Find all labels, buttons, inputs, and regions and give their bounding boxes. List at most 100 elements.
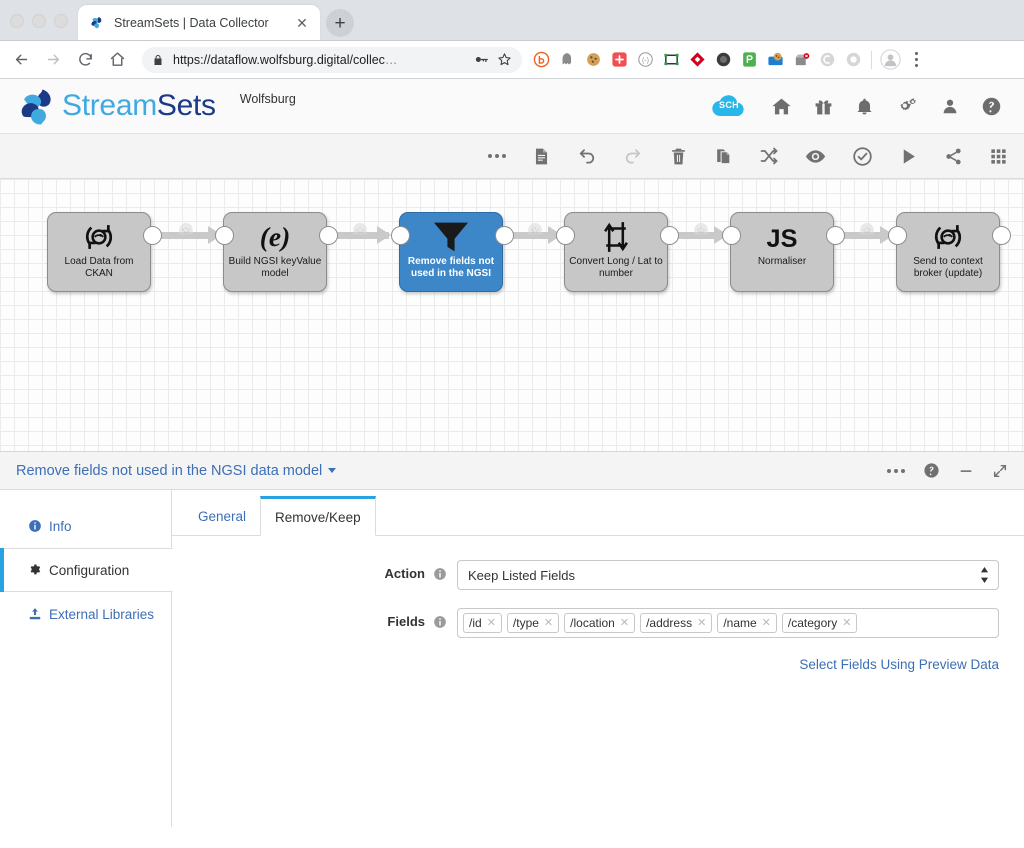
user-icon[interactable]: [941, 96, 959, 117]
bookmark-star-icon[interactable]: [497, 52, 512, 67]
minimize-window-button[interactable]: [32, 14, 46, 28]
chevron-down-icon[interactable]: [328, 468, 336, 473]
o-gray-icon[interactable]: [840, 47, 866, 73]
window-controls[interactable]: [10, 14, 68, 28]
properties-panel-title[interactable]: Remove fields not used in the NGSI data …: [16, 463, 336, 479]
remove-chip-icon[interactable]: ✕: [762, 618, 771, 629]
stage-output-port[interactable]: [992, 226, 1011, 245]
maximize-window-button[interactable]: [54, 14, 68, 28]
tab-general[interactable]: General: [184, 497, 260, 535]
close-window-button[interactable]: [10, 14, 24, 28]
stage-input-port[interactable]: [556, 226, 575, 245]
info-icon[interactable]: [433, 615, 447, 629]
notes-icon[interactable]: [532, 147, 551, 166]
stage-normaliser[interactable]: JS Normaliser: [730, 212, 834, 292]
remove-chip-icon[interactable]: ✕: [697, 618, 706, 629]
stage-label: Send to context broker (update): [897, 256, 999, 280]
forward-button[interactable]: [40, 47, 66, 73]
field-chip[interactable]: /location✕: [564, 613, 635, 633]
field-chip[interactable]: /type✕: [507, 613, 559, 633]
stage-input-port[interactable]: [888, 226, 907, 245]
more-options-icon[interactable]: [488, 154, 506, 158]
field-chip[interactable]: /id✕: [463, 613, 502, 633]
new-tab-button[interactable]: +: [326, 9, 354, 37]
streamsets-logo[interactable]: StreamSets: [14, 84, 216, 128]
stage-output-port[interactable]: [826, 226, 845, 245]
dark-circle-icon[interactable]: [710, 47, 736, 73]
sidebar-item-configuration[interactable]: Configuration: [0, 548, 173, 592]
delete-icon[interactable]: [669, 147, 688, 166]
stage-input-port[interactable]: [215, 226, 234, 245]
stage-convert-long-lat-to-number[interactable]: Convert Long / Lat to number: [564, 212, 668, 292]
home-icon[interactable]: [771, 96, 792, 117]
p-green-icon[interactable]: [736, 47, 762, 73]
gift-icon[interactable]: [814, 96, 833, 117]
browser-window: StreamSets | Data Collector ✕ + https://…: [0, 0, 1024, 848]
reload-button[interactable]: [72, 47, 98, 73]
stage-output-port[interactable]: [143, 226, 162, 245]
minimize-icon[interactable]: [958, 463, 974, 479]
connector-badge-icon: [692, 222, 710, 236]
action-select[interactable]: Keep Listed Fields: [457, 560, 999, 590]
stage-send-to-context-broker-update[interactable]: Send to context broker (update): [896, 212, 1000, 292]
screenshot-frame-icon[interactable]: [658, 47, 684, 73]
profile-avatar-icon[interactable]: [877, 47, 903, 73]
duplicate-icon[interactable]: [714, 147, 733, 166]
stage-output-port[interactable]: [495, 226, 514, 245]
remove-chip-icon[interactable]: ✕: [544, 618, 553, 629]
info-icon[interactable]: [433, 567, 447, 581]
grid-apps-icon[interactable]: [989, 147, 1008, 166]
field-chip[interactable]: /name✕: [717, 613, 777, 633]
field-chip[interactable]: /category✕: [782, 613, 858, 633]
stage-input-port[interactable]: [722, 226, 741, 245]
stage-build-ngsi-keyvalue-model[interactable]: (e) Build NGSI keyValue model: [223, 212, 327, 292]
sch-cloud-icon[interactable]: SCH: [709, 92, 749, 120]
plus-red-icon[interactable]: [606, 47, 632, 73]
chrome-menu-icon[interactable]: [906, 52, 926, 67]
home-button[interactable]: [104, 47, 130, 73]
fields-label: Fields: [387, 614, 425, 629]
remove-chip-icon[interactable]: ✕: [620, 618, 629, 629]
more-options-icon[interactable]: [887, 469, 905, 473]
pipeline-canvas[interactable]: Load Data from CKAN (e) Build NGSI keyVa…: [0, 179, 1024, 452]
trash-x-icon[interactable]: [788, 47, 814, 73]
stage-output-port[interactable]: [319, 226, 338, 245]
password-key-icon[interactable]: [474, 52, 489, 67]
fields-control: /id✕ /type✕ /location✕ /address✕ /name✕ …: [457, 608, 1024, 638]
fields-chip-input[interactable]: /id✕ /type✕ /location✕ /address✕ /name✕ …: [457, 608, 999, 638]
stage-load-data-from-ckan[interactable]: Load Data from CKAN: [47, 212, 151, 292]
redo-icon[interactable]: [623, 146, 643, 166]
sidebar-item-external-libraries[interactable]: External Libraries: [0, 592, 171, 636]
gears-icon[interactable]: [896, 96, 919, 117]
circle-dots-icon[interactable]: (-): [632, 47, 658, 73]
browser-tab[interactable]: StreamSets | Data Collector ✕: [78, 5, 320, 40]
address-bar[interactable]: https://dataflow.wolfsburg.digital/colle…: [142, 47, 522, 73]
undo-icon[interactable]: [577, 146, 597, 166]
remove-chip-icon[interactable]: ✕: [487, 618, 496, 629]
validate-check-icon[interactable]: [852, 146, 873, 167]
shuffle-icon[interactable]: [759, 146, 779, 166]
ghostery-icon[interactable]: [554, 47, 580, 73]
bitly-icon[interactable]: [528, 47, 554, 73]
tab-close-icon[interactable]: ✕: [294, 15, 310, 31]
help-icon[interactable]: [981, 96, 1002, 117]
stage-output-port[interactable]: [660, 226, 679, 245]
sidebar-item-info[interactable]: Info: [0, 504, 171, 548]
bell-icon[interactable]: [855, 96, 874, 117]
share-icon[interactable]: [944, 147, 963, 166]
expand-icon[interactable]: [992, 463, 1008, 479]
stage-input-port[interactable]: [391, 226, 410, 245]
field-chip[interactable]: /address✕: [640, 613, 712, 633]
diamond-red-icon[interactable]: [684, 47, 710, 73]
start-play-icon[interactable]: [899, 147, 918, 166]
c-gray-icon[interactable]: [814, 47, 840, 73]
stage-remove-fields-not-used-in-the-ngsi[interactable]: Remove fields not used in the NGSI: [399, 212, 503, 292]
cookie-blue-icon[interactable]: [762, 47, 788, 73]
tab-remove-keep[interactable]: Remove/Keep: [260, 496, 376, 536]
back-button[interactable]: [8, 47, 34, 73]
select-fields-preview-link[interactable]: Select Fields Using Preview Data: [799, 657, 999, 672]
cookie-icon[interactable]: [580, 47, 606, 73]
preview-eye-icon[interactable]: [805, 146, 826, 167]
remove-chip-icon[interactable]: ✕: [842, 618, 851, 629]
help-circle-icon[interactable]: [923, 462, 940, 479]
